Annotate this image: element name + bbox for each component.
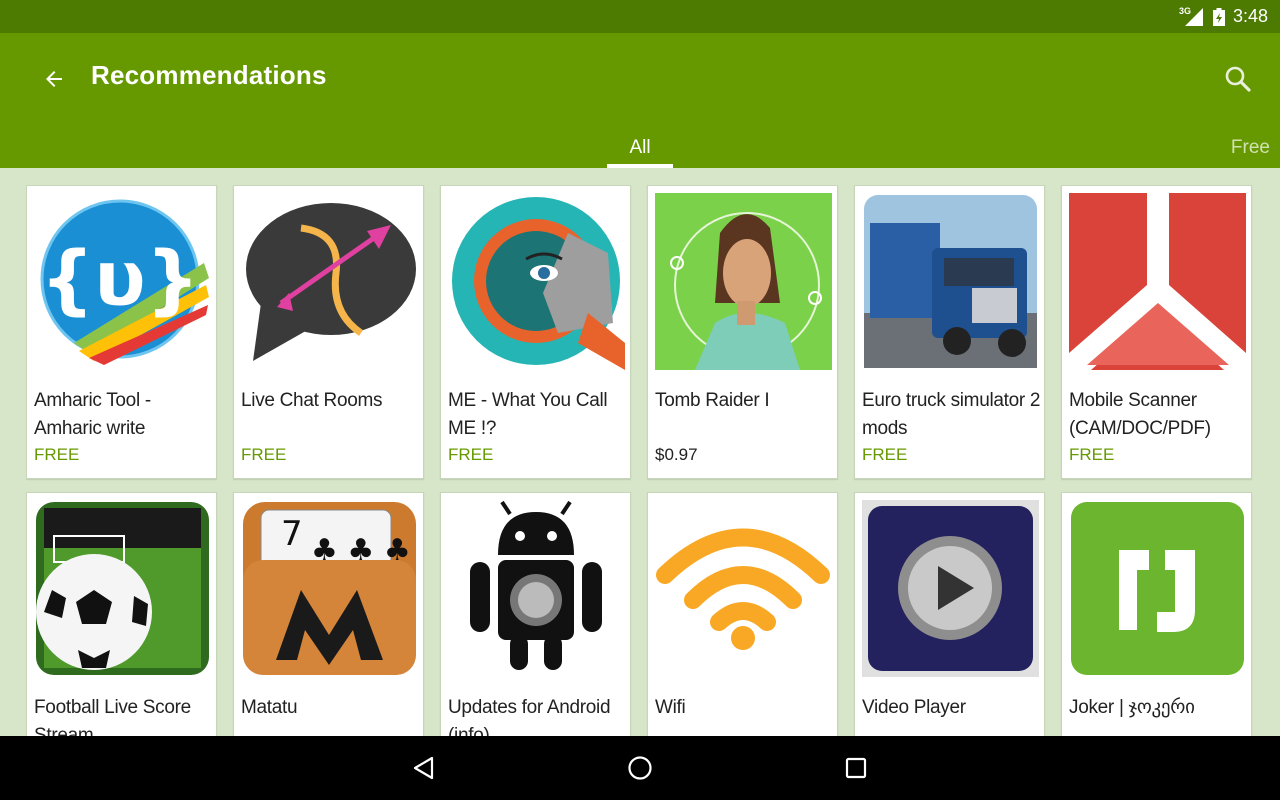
page-title: Recommendations <box>91 60 327 90</box>
arrow-back-icon <box>46 71 62 87</box>
app-grid: {υ} Amharic Tool - Amharic write FREE Li… <box>26 185 1254 736</box>
tab-free[interactable]: Free <box>1212 129 1280 167</box>
back-button[interactable] <box>36 61 72 97</box>
tab-indicator <box>607 164 673 168</box>
network-type: 3G <box>1178 5 1191 16</box>
app-card[interactable]: Video Player <box>854 492 1045 736</box>
nav-back-icon <box>413 756 434 780</box>
search-button[interactable] <box>1218 59 1258 99</box>
joker-icon <box>1069 500 1246 677</box>
app-name: Updates for Android (info) <box>448 697 611 736</box>
football-icon <box>34 500 211 677</box>
app-name: Matatu <box>241 697 298 718</box>
app-price: FREE <box>448 445 494 464</box>
app-card[interactable]: {υ} Amharic Tool - Amharic write FREE <box>26 185 217 479</box>
video-player-icon <box>862 500 1039 677</box>
status-icons: 3G 3:48 <box>1179 0 1268 33</box>
nav-home-button[interactable] <box>624 752 656 784</box>
app-card[interactable]: Wifi <box>647 492 838 736</box>
app-bar: Recommendations All Free <box>0 33 1280 168</box>
app-card[interactable]: ME - What You Call ME !? FREE <box>440 185 631 479</box>
status-bar: 3G 3:48 <box>0 0 1280 33</box>
app-name: Euro truck simulator 2 mods <box>862 390 1041 439</box>
wifi-icon <box>655 500 832 677</box>
tab-all[interactable]: All <box>607 129 673 167</box>
app-price: FREE <box>1069 445 1115 464</box>
clock: 3:48 <box>1232 6 1268 26</box>
battery-icon <box>1212 7 1225 26</box>
navigation-bar <box>0 736 1280 800</box>
mobile-scanner-icon <box>1069 193 1246 370</box>
euro-truck-icon <box>862 193 1039 370</box>
tomb-raider-icon <box>655 193 832 370</box>
app-name: Amharic Tool - Amharic write <box>34 390 151 439</box>
app-price: FREE <box>34 445 80 464</box>
nav-recents-button[interactable] <box>840 752 872 784</box>
me-what-you-call-me-icon <box>448 193 625 370</box>
app-name: Tomb Raider I <box>655 390 770 411</box>
app-price: $0.97 <box>655 445 698 464</box>
app-card[interactable]: Mobile Scanner (CAM/DOC/PDF) FREE <box>1061 185 1252 479</box>
app-card[interactable]: Football Live Score Stream <box>26 492 217 736</box>
matatu-icon: 7 ♣ ♣ ♣ <box>241 500 418 677</box>
app-card[interactable]: 7 ♣ ♣ ♣ Matatu <box>233 492 424 736</box>
app-card[interactable]: Updates for Android (info) <box>440 492 631 736</box>
app-name: Mobile Scanner (CAM/DOC/PDF) <box>1069 390 1211 439</box>
app-name: Joker | ჯოკერი <box>1069 697 1195 718</box>
svg-text:7: 7 <box>281 514 303 554</box>
cell-signal-icon: 3G <box>1179 6 1205 26</box>
app-name: Live Chat Rooms <box>241 390 383 411</box>
app-price: FREE <box>862 445 908 464</box>
app-card[interactable]: Joker | ჯოკერი <box>1061 492 1252 736</box>
nav-recents-icon <box>845 757 867 779</box>
amharic-tool-icon: {υ} <box>34 193 211 370</box>
nav-back-button[interactable] <box>408 752 440 784</box>
live-chat-rooms-icon <box>241 193 418 370</box>
app-card[interactable]: Tomb Raider I $0.97 <box>647 185 838 479</box>
android-updates-icon <box>448 500 625 677</box>
app-name: Football Live Score Stream <box>34 697 191 736</box>
app-price: FREE <box>241 445 287 464</box>
app-name: Video Player <box>862 697 966 718</box>
app-name: Wifi <box>655 697 686 718</box>
app-card[interactable]: Live Chat Rooms FREE <box>233 185 424 479</box>
nav-home-icon <box>628 756 652 780</box>
app-name: ME - What You Call ME !? <box>448 390 608 439</box>
search-icon <box>1225 66 1251 92</box>
svg-text:{υ}: {υ} <box>40 234 200 323</box>
app-card[interactable]: Euro truck simulator 2 mods FREE <box>854 185 1045 479</box>
